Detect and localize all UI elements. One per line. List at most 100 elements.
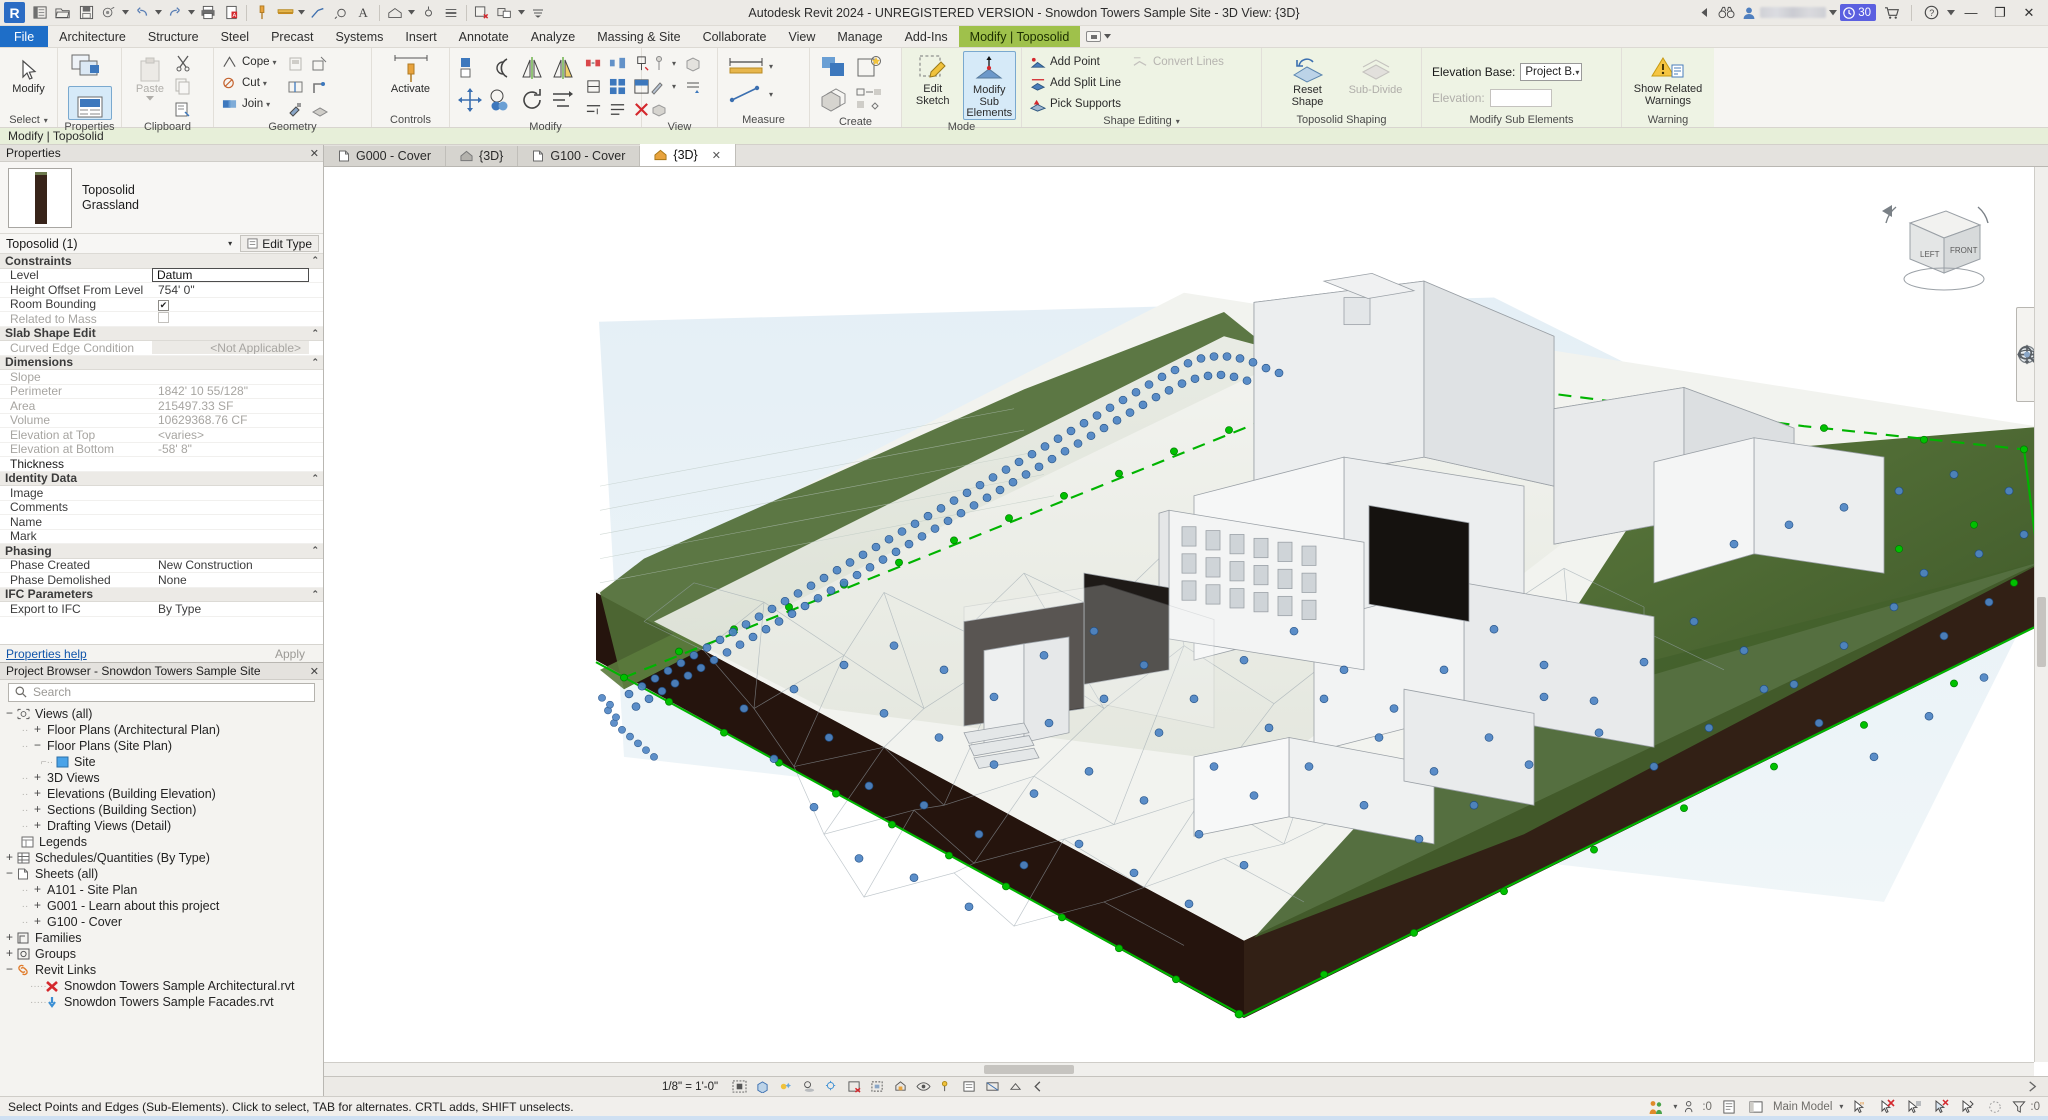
properties-button[interactable] [67,86,112,120]
scale-icon[interactable] [607,53,628,74]
print-icon[interactable] [197,2,219,24]
panel-title-select[interactable]: Select [0,113,57,127]
worksharing-dropdown-icon[interactable]: ▾ [1673,1102,1677,1111]
visual-style-icon[interactable] [752,1078,772,1096]
create-similar-icon[interactable] [853,54,885,82]
paste-aligned-icon[interactable] [286,53,307,74]
apply-button[interactable]: Apply [263,647,317,661]
tree-expander-groups[interactable]: + [4,947,15,961]
viewport-vertical-scroll-thumb[interactable] [2037,597,2046,667]
view-3d-cube-icon[interactable] [648,99,669,120]
view-tab-3d-1[interactable]: {3D} [446,146,519,166]
measure-icon[interactable]: A [220,2,242,24]
elevation-base-dropdown-icon[interactable]: ▾ [1575,68,1579,77]
tree-expander-elevations[interactable]: + [32,787,43,801]
default-3d-view-icon[interactable] [384,2,406,24]
demolish-icon[interactable] [310,53,331,74]
switch-windows-dropdown-icon[interactable] [517,2,526,24]
tree-item-sheets-all[interactable]: − Sheets (all) [0,866,323,882]
sun-path-icon[interactable] [775,1078,795,1096]
array-icon[interactable] [583,53,604,74]
create-assembly-icon[interactable] [853,86,885,114]
restore-button[interactable]: ❐ [1987,2,2013,24]
editing-requests[interactable]: :0 [1684,1100,1712,1114]
revit-logo-icon[interactable]: R [4,2,25,23]
sub-divide-button[interactable]: Sub-Divide [1347,52,1405,96]
tree-expander-3d-views[interactable]: + [32,771,43,785]
reveal-constraints-icon[interactable] [1028,1078,1048,1096]
redo-icon[interactable] [164,2,186,24]
tree-expander-families[interactable]: + [4,931,15,945]
tree-item-floor-plans-site[interactable]: ·· − Floor Plans (Site Plan) [0,738,323,754]
temporary-view-properties-icon[interactable] [959,1078,979,1096]
cope-dropdown-icon[interactable]: ▾ [273,58,280,67]
view-cube[interactable]: LEFT FRONT [1880,193,1992,297]
tree-expander-sheets-all[interactable]: − [4,867,15,881]
join-dropdown-icon[interactable]: ▾ [266,100,273,109]
save-icon[interactable] [75,2,97,24]
group-collapse-icon-identity-data[interactable]: ⌃ [311,473,323,484]
ribbon-tab-annotate[interactable]: Annotate [448,26,520,47]
property-group-slab-shape-edit[interactable]: Slab Shape Edit ⌃ [0,326,323,341]
unpin-icon[interactable] [583,76,604,97]
customize-qat-icon[interactable] [527,2,549,24]
measure-between-icon[interactable] [726,54,766,78]
tree-expander-drafting-views[interactable]: + [32,819,43,833]
modify-button[interactable]: Modify [6,51,52,95]
property-group-dimensions[interactable]: Dimensions ⌃ [0,355,323,370]
ribbon-tab-manage[interactable]: Manage [826,26,893,47]
elevation-base-combo[interactable]: Project B... ▾ [1520,63,1583,81]
edit-type-button[interactable]: Edit Type [240,235,319,252]
aligned-dimension-icon[interactable] [274,2,296,24]
ribbon-tab-collaborate[interactable]: Collaborate [692,26,778,47]
mirror-draw-axis-icon[interactable] [549,54,577,82]
tree-expander-floor-plans-architectural[interactable]: + [32,723,43,737]
tree-item-views-all[interactable]: − Views (all) [0,706,323,722]
ribbon-tab-precast[interactable]: Precast [260,26,324,47]
measure-along-dropdown-icon[interactable]: ▾ [769,90,776,99]
cart-icon[interactable] [1879,2,1905,24]
tree-item-drafting-views[interactable]: ·· + Drafting Views (Detail) [0,818,323,834]
render-icon[interactable] [682,76,703,97]
collapse-arrow-icon[interactable] [1701,8,1710,17]
view-tab-3d-active[interactable]: {3D} ✕ [640,144,736,166]
ribbon-tab-add-ins[interactable]: Add-Ins [894,26,959,47]
cut-icon[interactable] [172,53,193,74]
rotate-icon[interactable] [518,86,546,114]
property-value-phase-demolished[interactable]: None [152,573,323,587]
view-3d-dropdown-icon[interactable] [407,2,416,24]
tree-expander-g001[interactable]: + [32,899,43,913]
property-checkbox-room-bounding[interactable] [158,300,169,312]
tree-expander-revit-links[interactable]: − [4,963,15,977]
wall-join-icon[interactable] [310,76,331,97]
hide-override-dropdown-icon[interactable]: ▾ [672,82,679,91]
ribbon-tab-massing-site[interactable]: Massing & Site [586,26,691,47]
property-value-level[interactable]: Datum [152,268,309,283]
tree-item-3d-views[interactable]: ·· + 3D Views [0,770,323,786]
tree-expander-sections[interactable]: + [32,803,43,817]
tree-item-groups[interactable]: + Groups [0,946,323,962]
group-collapse-icon-ifc-parameters[interactable]: ⌃ [311,589,323,600]
cope-button[interactable]: Cope ▾ [220,52,284,72]
trim-extend-multiple-icon[interactable] [607,99,628,120]
quick-access-toolbar[interactable]: R A A [0,0,549,25]
show-crop-region-icon[interactable] [867,1078,887,1096]
property-row-phase-created[interactable]: Phase Created New Construction [0,558,323,573]
view-tab-g100-cover[interactable]: G100 - Cover [518,146,641,166]
detail-level-icon[interactable] [729,1078,749,1096]
paste-button[interactable]: Paste [130,51,170,101]
trim-extend-single-icon[interactable] [583,99,604,120]
ribbon-display-options[interactable] [1080,26,1117,47]
split-face-icon[interactable] [286,76,307,97]
view-scale-label[interactable]: 1/8" = 1'-0" [654,1081,726,1093]
user-account-icon[interactable] [1742,6,1756,20]
show-analytical-model-icon[interactable] [982,1078,1002,1096]
paste-dropdown-icon[interactable] [146,96,154,101]
select-underlay-icon[interactable] [1985,1098,2005,1116]
ribbon-tab-analyze[interactable]: Analyze [520,26,586,47]
tree-item-sections[interactable]: ·· + Sections (Building Section) [0,802,323,818]
save-as-icon[interactable] [98,2,120,24]
main-model-icon[interactable] [1746,1098,1766,1116]
revit-home-icon[interactable] [29,2,51,24]
tree-expander-g100[interactable]: + [32,915,43,929]
